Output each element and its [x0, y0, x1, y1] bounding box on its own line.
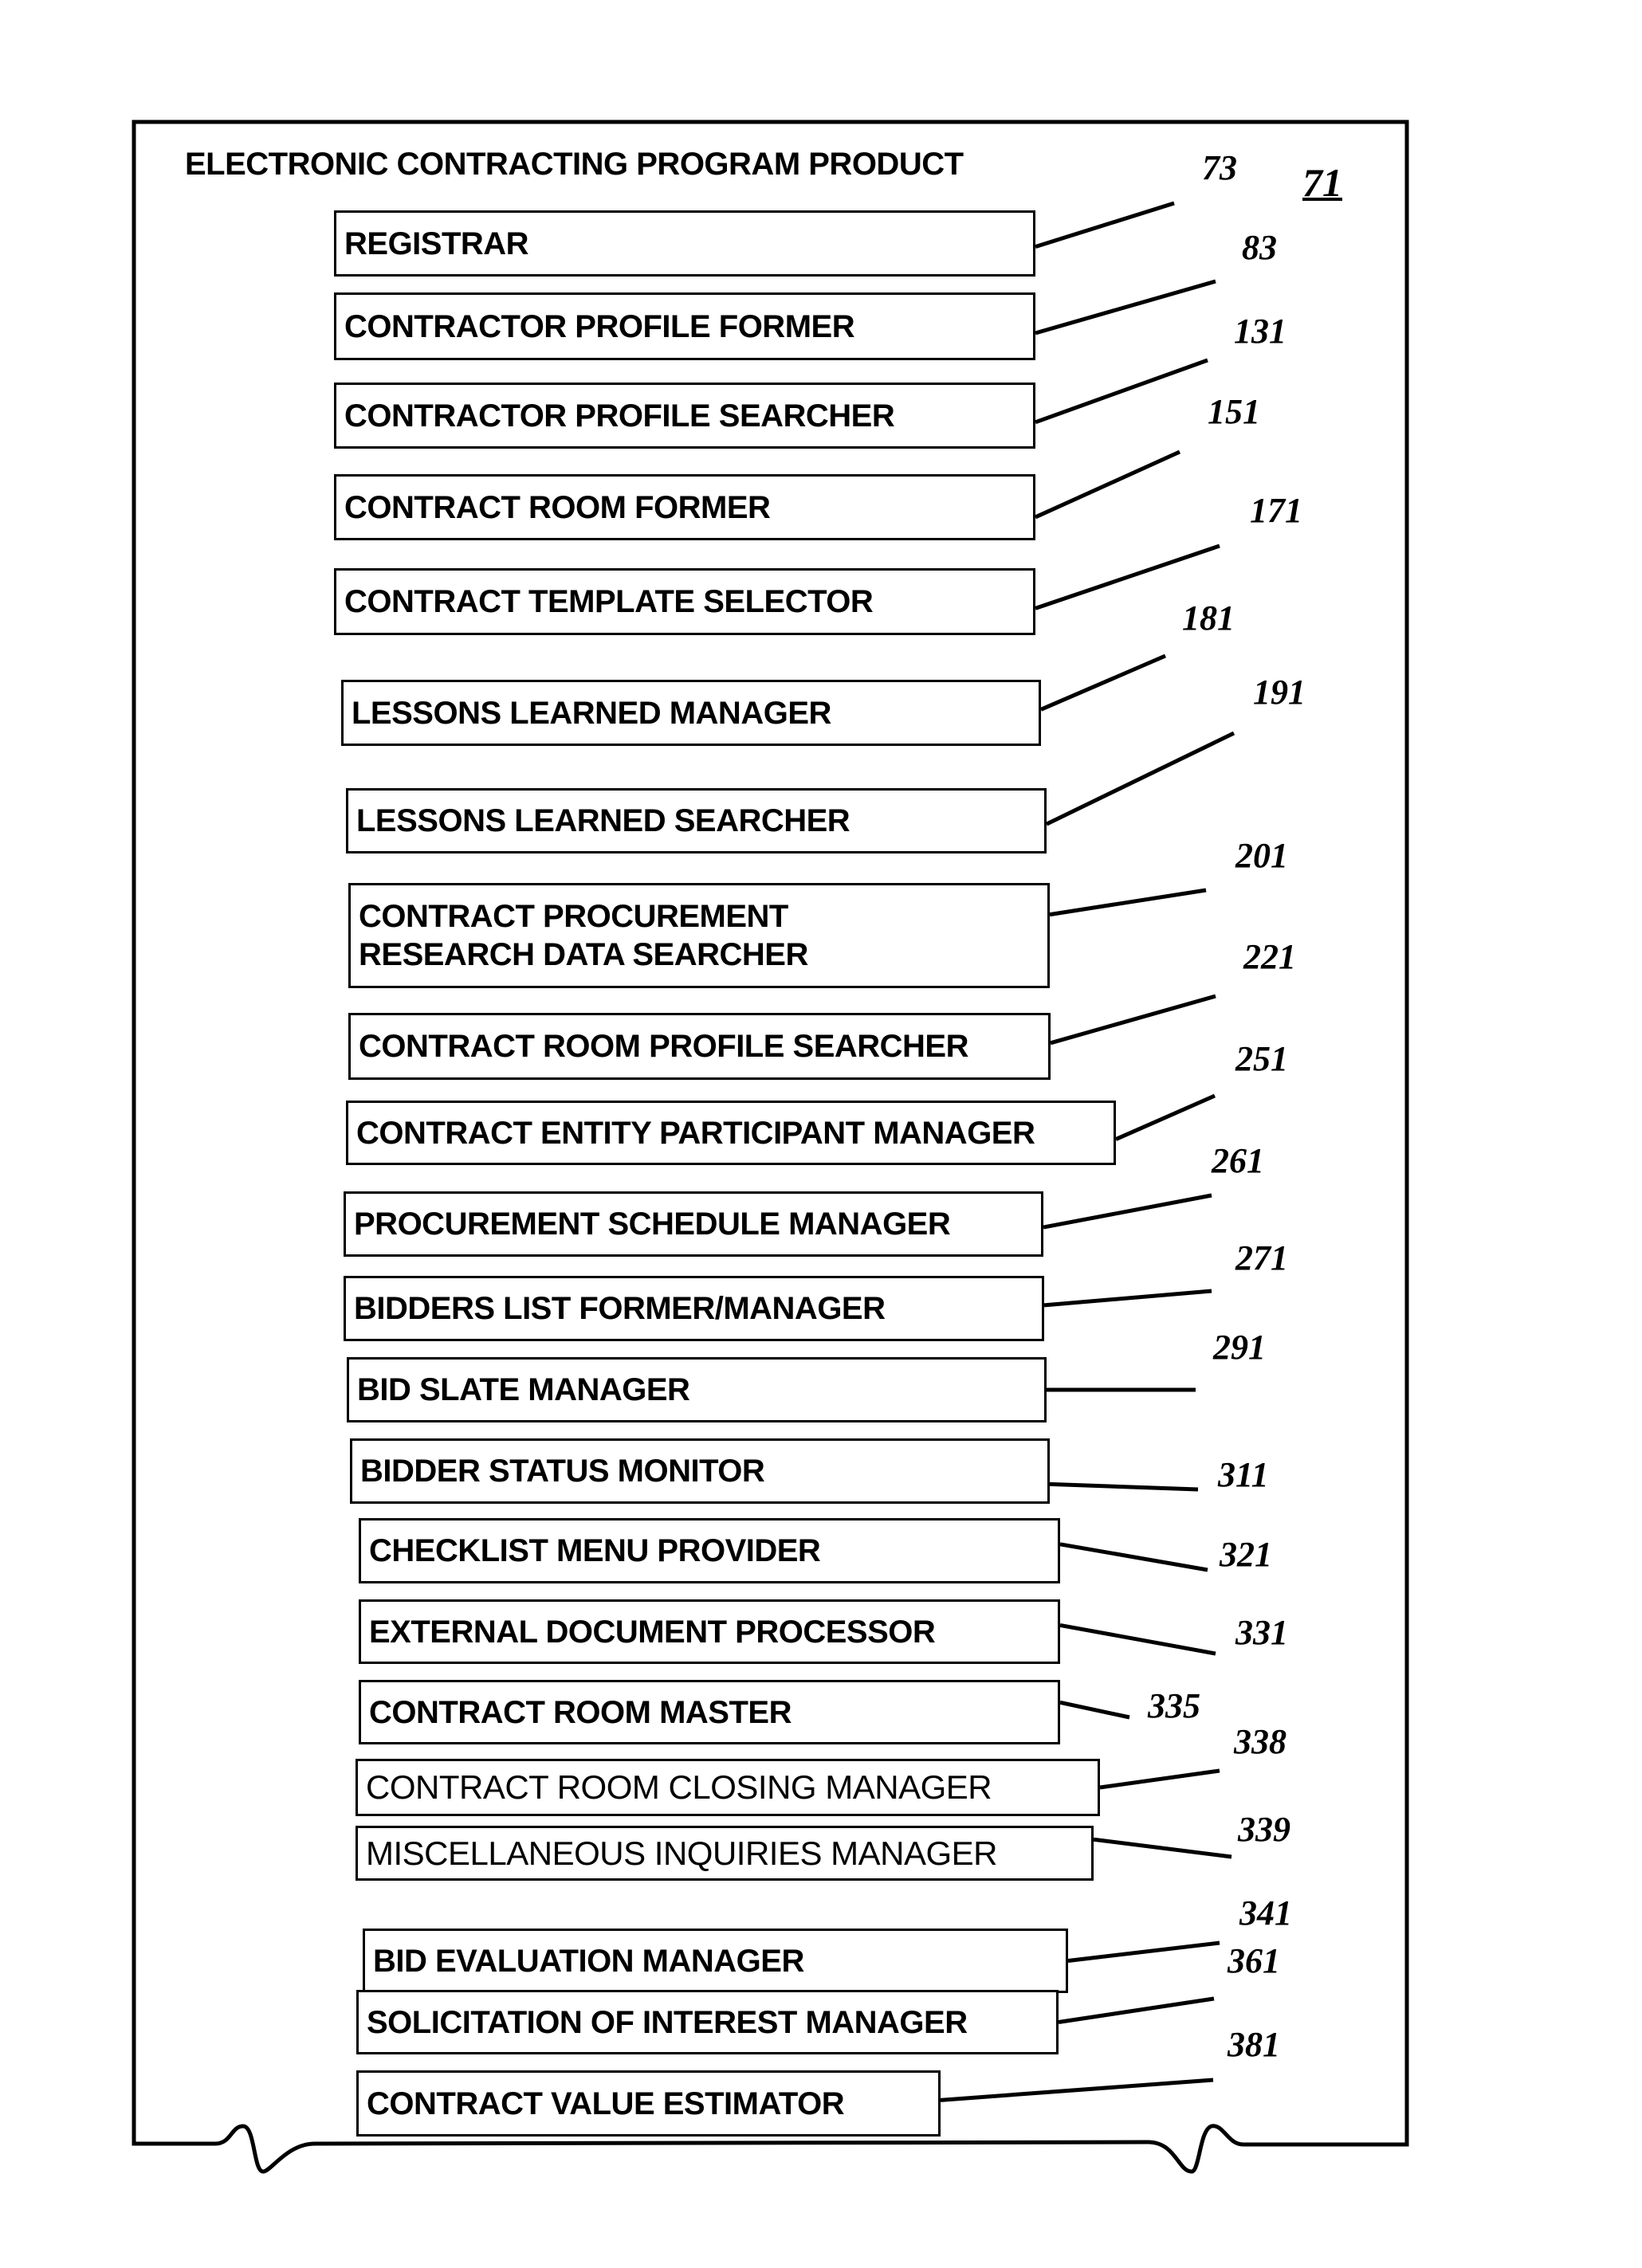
- component-box: CONTRACT ROOM CLOSING MANAGER: [356, 1759, 1100, 1816]
- component-label: CHECKLIST MENU PROVIDER: [369, 1533, 821, 1568]
- component-label: CONTRACT TEMPLATE SELECTOR: [344, 584, 874, 619]
- component-label: CONTRACTOR PROFILE FORMER: [344, 308, 855, 344]
- component-box: CONTRACT ROOM FORMER: [334, 474, 1035, 540]
- leader-line: [1043, 1289, 1212, 1308]
- component-box: MISCELLANEOUS INQUIRIES MANAGER: [356, 1826, 1094, 1881]
- reference-numeral: 131: [1234, 312, 1286, 351]
- reference-numeral: 339: [1238, 1810, 1290, 1849]
- diagram-title: ELECTRONIC CONTRACTING PROGRAM PRODUCT: [185, 147, 964, 182]
- component-label: CONTRACT ROOM PROFILE SEARCHER: [359, 1029, 969, 1064]
- component-label: CONTRACT ROOM CLOSING MANAGER: [366, 1768, 992, 1806]
- component-label: BID EVALUATION MANAGER: [373, 1943, 804, 1979]
- component-label: CONTRACT ENTITY PARTICIPANT MANAGER: [356, 1115, 1035, 1151]
- component-box: CONTRACT ENTITY PARTICIPANT MANAGER: [346, 1101, 1116, 1165]
- reference-numeral: 335: [1148, 1686, 1200, 1725]
- component-label: BID SLATE MANAGER: [357, 1372, 690, 1407]
- leader-line: [1040, 653, 1166, 712]
- component-box: CONTRACTOR PROFILE SEARCHER: [334, 383, 1035, 449]
- reference-numeral: 73: [1202, 148, 1237, 187]
- figure-reference-number: 71: [1302, 160, 1342, 205]
- component-label: CONTRACT PROCUREMENT RESEARCH DATA SEARC…: [359, 899, 808, 972]
- component-label: CONTRACTOR PROFILE SEARCHER: [344, 398, 895, 434]
- reference-numeral: 381: [1228, 2025, 1280, 2064]
- component-box: REGISTRAR: [334, 210, 1035, 277]
- reference-numeral: 338: [1234, 1722, 1286, 1761]
- reference-numeral: 311: [1218, 1455, 1269, 1494]
- leader-line: [1058, 1996, 1215, 2024]
- reference-numeral: 251: [1235, 1039, 1288, 1078]
- leader-line: [1050, 994, 1216, 1046]
- leader-line: [1049, 888, 1207, 917]
- leader-line: [1035, 279, 1216, 335]
- component-box: BID EVALUATION MANAGER: [363, 1929, 1068, 1993]
- component-box: LESSONS LEARNED SEARCHER: [346, 788, 1047, 853]
- leader-line: [1043, 1193, 1212, 1230]
- component-label: LESSONS LEARNED MANAGER: [352, 695, 831, 731]
- component-box: CONTRACT ROOM MASTER: [359, 1680, 1060, 1744]
- component-box: CONTRACT PROCUREMENT RESEARCH DATA SEARC…: [348, 883, 1050, 988]
- reference-numeral: 201: [1235, 836, 1288, 875]
- leader-line: [1035, 201, 1175, 249]
- component-box: BID SLATE MANAGER: [347, 1357, 1047, 1422]
- reference-numeral: 291: [1213, 1328, 1266, 1367]
- leader-line: [1099, 1768, 1220, 1790]
- component-box: EXTERNAL DOCUMENT PROCESSOR: [359, 1599, 1060, 1664]
- component-label: CONTRACT VALUE ESTIMATOR: [367, 2086, 845, 2121]
- component-label: EXTERNAL DOCUMENT PROCESSOR: [369, 1614, 936, 1650]
- reference-numeral: 361: [1228, 1941, 1280, 1980]
- component-box: PROCUREMENT SCHEDULE MANAGER: [344, 1191, 1043, 1257]
- component-box: CONTRACT ROOM PROFILE SEARCHER: [348, 1013, 1051, 1080]
- component-box: LESSONS LEARNED MANAGER: [341, 680, 1041, 746]
- reference-numeral: 331: [1235, 1613, 1288, 1652]
- component-label: CONTRACT ROOM FORMER: [344, 489, 771, 525]
- component-label: REGISTRAR: [344, 226, 529, 261]
- component-label: BIDDER STATUS MONITOR: [360, 1454, 765, 1489]
- component-label: MISCELLANEOUS INQUIRIES MANAGER: [366, 1834, 998, 1872]
- component-label: BIDDERS LIST FORMER/MANAGER: [354, 1291, 886, 1326]
- reference-numeral: 321: [1220, 1535, 1272, 1574]
- component-box: CHECKLIST MENU PROVIDER: [359, 1518, 1060, 1583]
- reference-numeral: 341: [1239, 1893, 1292, 1933]
- reference-numeral: 271: [1235, 1238, 1288, 1277]
- component-label: SOLICITATION OF INTEREST MANAGER: [367, 2004, 968, 2040]
- leader-line: [1093, 1837, 1232, 1859]
- reference-numeral: 191: [1253, 673, 1306, 712]
- leader-line: [940, 2078, 1214, 2102]
- component-box: SOLICITATION OF INTEREST MANAGER: [356, 1990, 1059, 2054]
- component-label: LESSONS LEARNED SEARCHER: [356, 803, 850, 838]
- leader-line: [1059, 1542, 1208, 1572]
- leader-line: [1059, 1700, 1130, 1720]
- component-box: CONTRACT VALUE ESTIMATOR: [356, 2070, 941, 2137]
- component-box: BIDDER STATUS MONITOR: [350, 1438, 1050, 1504]
- leader-line: [1034, 449, 1181, 520]
- reference-numeral: 261: [1212, 1141, 1264, 1180]
- leader-line: [1049, 1481, 1199, 1492]
- component-box: CONTRACTOR PROFILE FORMER: [334, 292, 1035, 360]
- reference-numeral: 221: [1243, 937, 1296, 976]
- component-box: CONTRACT TEMPLATE SELECTOR: [334, 568, 1035, 635]
- leader-line: [1067, 1940, 1220, 1963]
- leader-line: [1045, 731, 1235, 826]
- patent-diagram: ELECTRONIC CONTRACTING PROGRAM PRODUCT 7…: [0, 0, 1642, 2268]
- component-label: CONTRACT ROOM MASTER: [369, 1694, 792, 1730]
- leader-line: [1059, 1623, 1216, 1656]
- leader-line: [1114, 1093, 1216, 1141]
- leader-line: [1035, 358, 1208, 425]
- component-label: PROCUREMENT SCHEDULE MANAGER: [354, 1207, 951, 1242]
- reference-numeral: 83: [1242, 228, 1277, 267]
- reference-numeral: 151: [1208, 392, 1260, 431]
- reference-numeral: 171: [1250, 491, 1302, 530]
- component-box: BIDDERS LIST FORMER/MANAGER: [344, 1276, 1044, 1341]
- reference-numeral: 181: [1182, 598, 1235, 638]
